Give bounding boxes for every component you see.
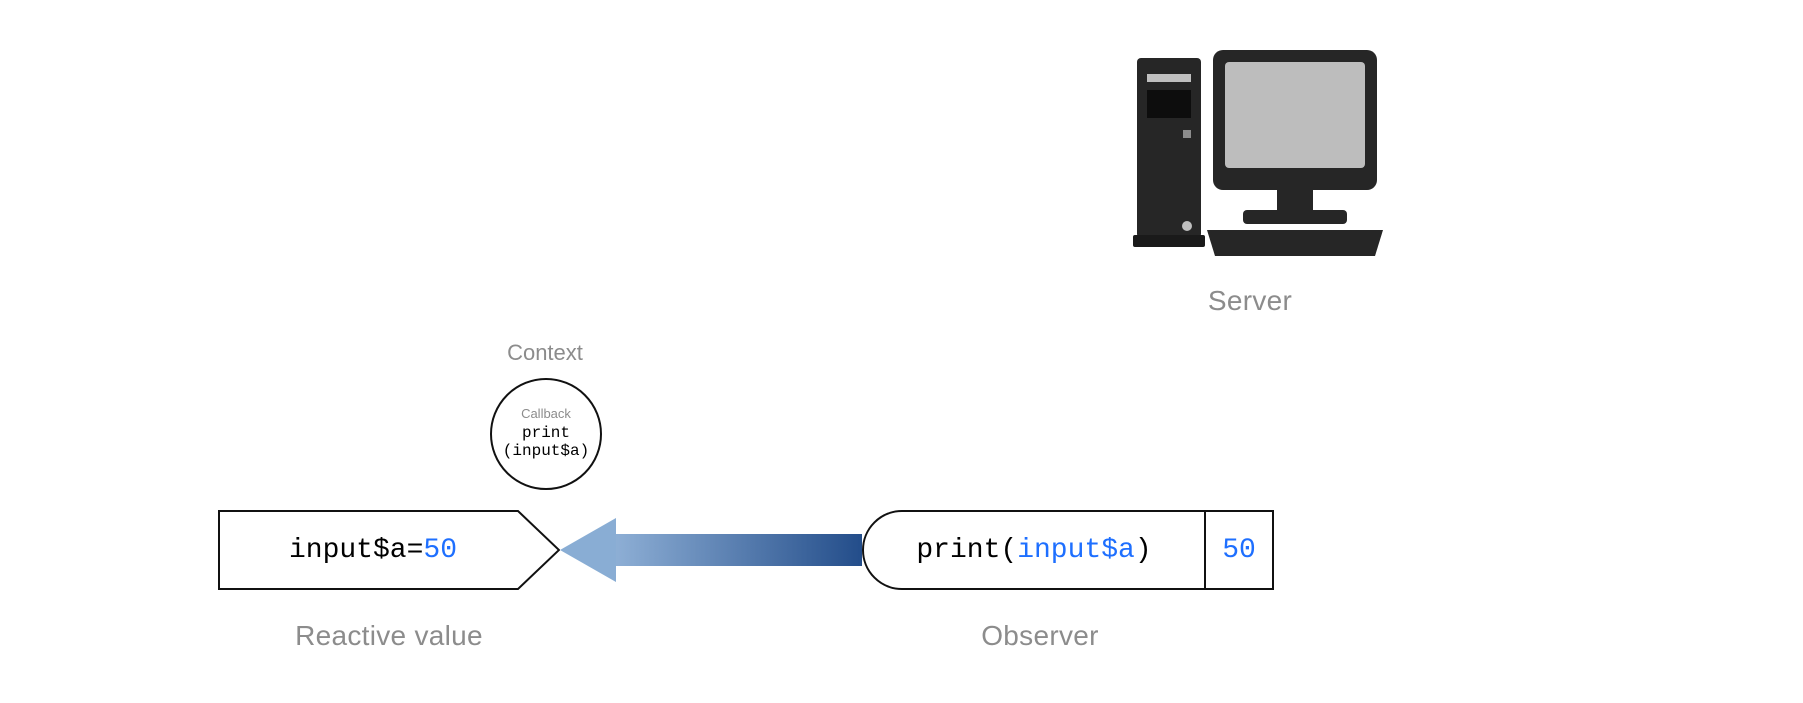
callback-code-line1: print <box>522 424 570 442</box>
observer-arg: input$a <box>1017 535 1135 566</box>
callback-circle: Callback print (input$a) <box>490 378 602 490</box>
server-label: Server <box>1120 285 1380 317</box>
callback-code-line2: (input$a) <box>503 442 589 460</box>
observer-output: 50 <box>1204 510 1274 590</box>
reactive-value: 50 <box>423 535 457 566</box>
reactive-var: input$a <box>289 535 407 566</box>
observer-close: ) <box>1135 535 1152 566</box>
reactive-value-code: input$a = 50 <box>218 510 528 590</box>
reactive-op: = <box>407 535 424 566</box>
observer-open: ( <box>1000 535 1017 566</box>
reactive-value-box: input$a = 50 <box>218 510 560 590</box>
observer-caption: Observer <box>900 620 1180 652</box>
callback-label: Callback <box>521 407 571 422</box>
dependency-arrow <box>560 510 862 590</box>
context-label: Context <box>465 340 625 366</box>
server-icon <box>1125 30 1385 270</box>
observer-fn: print <box>916 535 1000 566</box>
diagram-stage: Server Context Callback print (input$a) … <box>0 0 1803 703</box>
reactive-value-caption: Reactive value <box>218 620 560 652</box>
observer-box: print(input$a) <box>862 510 1206 590</box>
